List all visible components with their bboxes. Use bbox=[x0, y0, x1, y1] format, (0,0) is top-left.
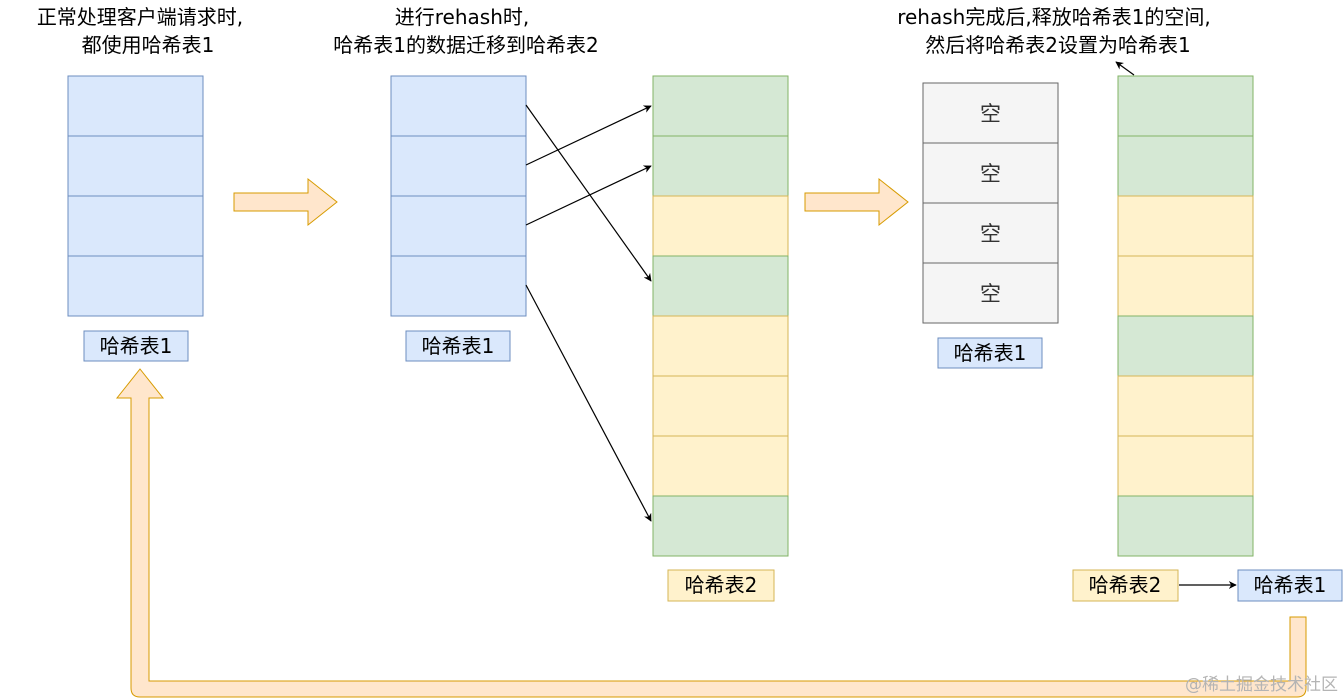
table-cell bbox=[390, 135, 527, 197]
stage-arrow-1 bbox=[233, 177, 338, 227]
table-cell bbox=[652, 375, 789, 437]
table-cell bbox=[67, 135, 204, 197]
table-cell bbox=[652, 75, 789, 137]
table-cell bbox=[67, 255, 204, 317]
watermark: @稀土掘金技术社区 bbox=[1185, 675, 1338, 695]
caption-normal-line1: 正常处理客户端请求时, bbox=[37, 5, 243, 29]
table-cell bbox=[1117, 135, 1254, 197]
label-t2-rehash: 哈希表2 bbox=[667, 569, 775, 602]
label-t1-rehash: 哈希表1 bbox=[405, 330, 511, 362]
caption-done-line1: rehash完成后,释放哈希表1的空间, bbox=[897, 5, 1211, 29]
table-cell bbox=[67, 195, 204, 257]
table-cell bbox=[1117, 195, 1254, 257]
stage-arrow-2 bbox=[804, 177, 909, 227]
table-cell bbox=[652, 495, 789, 557]
migrate-arrow-2 bbox=[525, 105, 652, 166]
table-cell bbox=[1117, 75, 1254, 137]
hash-table-1-rehash bbox=[390, 75, 527, 317]
table-cell bbox=[652, 435, 789, 497]
migrate-arrow-4 bbox=[525, 284, 652, 522]
table-cell-text: 空 bbox=[980, 102, 1001, 126]
table-cell bbox=[652, 255, 789, 317]
label-t1-normal: 哈希表1 bbox=[83, 330, 189, 362]
table-cell bbox=[1117, 495, 1254, 557]
table-cell bbox=[390, 255, 527, 317]
table-cell bbox=[1117, 375, 1254, 437]
caption-done-line2: 然后将哈希表2设置为哈希表1 bbox=[925, 33, 1190, 57]
label-t2-renamed-text: 哈希表1 bbox=[1254, 573, 1327, 597]
hash-table-2-final bbox=[1117, 75, 1254, 557]
table-cell bbox=[1117, 255, 1254, 317]
label-t1-normal-text: 哈希表1 bbox=[100, 334, 173, 358]
migrate-arrow-1 bbox=[525, 104, 652, 282]
caption-rehash-line2: 哈希表1的数据迁移到哈希表2 bbox=[333, 33, 598, 57]
label-t2-final-text: 哈希表2 bbox=[1089, 573, 1162, 597]
hash-table-2-rehash bbox=[652, 75, 789, 557]
hash-table-1-released: 空空空空 bbox=[922, 82, 1059, 324]
table-cell bbox=[652, 135, 789, 197]
caption-rehash-line1: 进行rehash时, bbox=[395, 5, 529, 29]
table-cell-text: 空 bbox=[980, 162, 1001, 186]
label-t1-released: 哈希表1 bbox=[937, 337, 1043, 369]
caption-normal: 正常处理客户端请求时, 都使用哈希表1 bbox=[37, 5, 243, 57]
label-t1-released-text: 哈希表1 bbox=[954, 341, 1027, 365]
table-cell-text: 空 bbox=[980, 222, 1001, 246]
table-cell bbox=[390, 195, 527, 257]
label-t2-renamed: 哈希表1 bbox=[1237, 569, 1343, 602]
label-t2-final: 哈希表2 bbox=[1072, 569, 1179, 602]
label-t2-rehash-text: 哈希表2 bbox=[685, 573, 758, 597]
table-cell bbox=[1117, 435, 1254, 497]
caption-pointer-arrow bbox=[1115, 61, 1135, 76]
table-cell-text: 空 bbox=[980, 282, 1001, 306]
table-cell bbox=[390, 75, 527, 137]
table-cell bbox=[1117, 315, 1254, 377]
rehash-diagram: 正常处理客户端请求时, 都使用哈希表1 进行rehash时, 哈希表1的数据迁移… bbox=[37, 5, 1343, 698]
table-cell bbox=[652, 315, 789, 377]
table-cell bbox=[67, 75, 204, 137]
table-cell bbox=[652, 195, 789, 257]
caption-normal-line2: 都使用哈希表1 bbox=[82, 33, 215, 57]
migrate-arrow-3 bbox=[525, 165, 652, 226]
caption-done: rehash完成后,释放哈希表1的空间, 然后将哈希表2设置为哈希表1 bbox=[897, 5, 1211, 57]
hash-table-1-normal bbox=[67, 75, 204, 317]
label-t1-rehash-text: 哈希表1 bbox=[422, 334, 495, 358]
caption-rehash: 进行rehash时, 哈希表1的数据迁移到哈希表2 bbox=[333, 5, 598, 57]
